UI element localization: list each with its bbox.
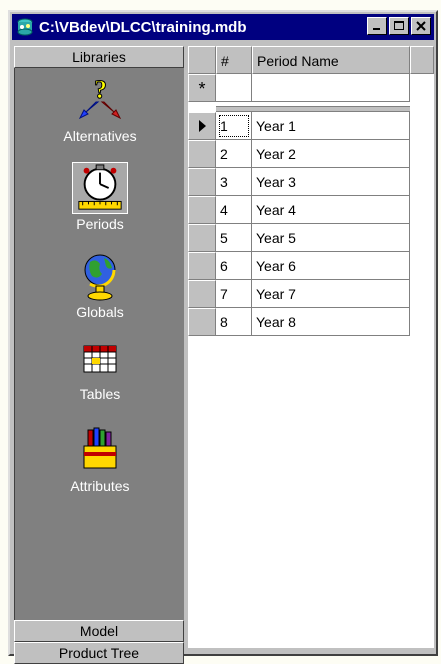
libraries-header-button[interactable]: Libraries xyxy=(14,46,184,68)
close-button[interactable] xyxy=(411,17,431,35)
grid-header-row: # Period Name xyxy=(188,46,434,74)
number-cell[interactable]: 8 xyxy=(216,308,252,336)
library-item-attributes[interactable]: Attributes xyxy=(15,426,185,494)
row-selector[interactable] xyxy=(188,224,216,252)
database-icon xyxy=(17,18,33,36)
maximize-button[interactable] xyxy=(389,17,409,35)
row-selector[interactable] xyxy=(188,196,216,224)
library-item-globals[interactable]: Globals xyxy=(15,250,185,320)
close-icon xyxy=(416,21,426,31)
table-row[interactable]: 4 Year 4 xyxy=(188,196,434,224)
library-item-label: Attributes xyxy=(70,478,130,494)
column-header-period-name[interactable]: Period Name xyxy=(252,46,410,74)
library-item-label: Tables xyxy=(79,386,121,402)
period-name-cell[interactable]: Year 3 xyxy=(252,168,410,196)
period-name-cell[interactable]: Year 7 xyxy=(252,280,410,308)
minimize-button[interactable] xyxy=(367,17,387,35)
row-selector[interactable] xyxy=(188,140,216,168)
table-row[interactable]: 1 Year 1 xyxy=(188,112,434,140)
period-name-cell[interactable]: Year 4 xyxy=(252,196,410,224)
new-row-number-cell[interactable] xyxy=(216,74,252,102)
row-selector[interactable] xyxy=(188,252,216,280)
maximize-icon xyxy=(393,21,404,30)
library-item-label: Globals xyxy=(76,304,124,320)
table-grid-icon xyxy=(83,345,117,373)
row-selector[interactable] xyxy=(188,308,216,336)
period-name-cell[interactable]: Year 8 xyxy=(252,308,410,336)
row-selector[interactable] xyxy=(188,168,216,196)
new-record-row[interactable]: * xyxy=(188,74,434,102)
header-filler xyxy=(410,46,434,74)
globe-icon xyxy=(84,254,116,301)
new-row-name-cell[interactable] xyxy=(252,74,410,102)
product-tree-button[interactable]: Product Tree xyxy=(14,642,184,664)
period-name-cell[interactable]: Year 1 xyxy=(252,112,410,140)
table-row[interactable]: 6 Year 6 xyxy=(188,252,434,280)
periods-grid: # Period Name * 1 Year 1 2 Year 2 3 Year… xyxy=(188,46,434,648)
row-selector[interactable] xyxy=(188,280,216,308)
number-cell[interactable]: 6 xyxy=(216,252,252,280)
title-bar[interactable]: C:\VBdev\DLCC\training.mdb xyxy=(12,14,434,40)
period-name-cell[interactable]: Year 6 xyxy=(252,252,410,280)
number-cell[interactable]: 2 xyxy=(216,140,252,168)
library-item-tables[interactable]: Tables xyxy=(15,340,185,402)
stopwatch-icon xyxy=(72,162,128,214)
svg-text:?: ? xyxy=(94,75,107,104)
mdi-child-window: C:\VBdev\DLCC\training.mdb Libraries ? A… xyxy=(8,10,438,664)
period-name-cell[interactable]: Year 2 xyxy=(252,140,410,168)
period-name-cell[interactable]: Year 5 xyxy=(252,224,410,252)
library-item-periods[interactable]: Periods xyxy=(15,162,185,232)
table-row[interactable]: 5 Year 5 xyxy=(188,224,434,252)
table-row[interactable]: 7 Year 7 xyxy=(188,280,434,308)
number-cell[interactable]: 7 xyxy=(216,280,252,308)
library-item-alternatives[interactable]: ? Alternatives xyxy=(15,72,185,145)
paint-box-icon xyxy=(83,427,117,469)
number-cell[interactable]: 4 xyxy=(216,196,252,224)
number-cell[interactable]: 1 xyxy=(216,112,252,140)
libraries-list: ? Alternatives Periods Globals Tables At… xyxy=(14,68,184,620)
alternatives-icon: ? xyxy=(78,75,122,120)
library-item-label: Alternatives xyxy=(63,128,137,144)
libraries-pane: Libraries ? Alternatives Periods Globals… xyxy=(14,46,184,664)
window-title: C:\VBdev\DLCC\training.mdb xyxy=(39,18,247,36)
table-row[interactable]: 8 Year 8 xyxy=(188,308,434,336)
current-row-arrow-icon xyxy=(199,120,206,132)
library-item-label: Periods xyxy=(76,216,124,232)
new-row-selector[interactable]: * xyxy=(188,74,216,102)
column-header-number[interactable]: # xyxy=(216,46,252,74)
select-all-button[interactable] xyxy=(188,46,216,74)
table-row[interactable]: 2 Year 2 xyxy=(188,140,434,168)
number-cell[interactable]: 5 xyxy=(216,224,252,252)
table-row[interactable]: 3 Year 3 xyxy=(188,168,434,196)
row-selector[interactable] xyxy=(188,112,216,140)
model-button[interactable]: Model xyxy=(14,620,184,642)
number-cell[interactable]: 3 xyxy=(216,168,252,196)
minimize-icon xyxy=(373,28,380,30)
